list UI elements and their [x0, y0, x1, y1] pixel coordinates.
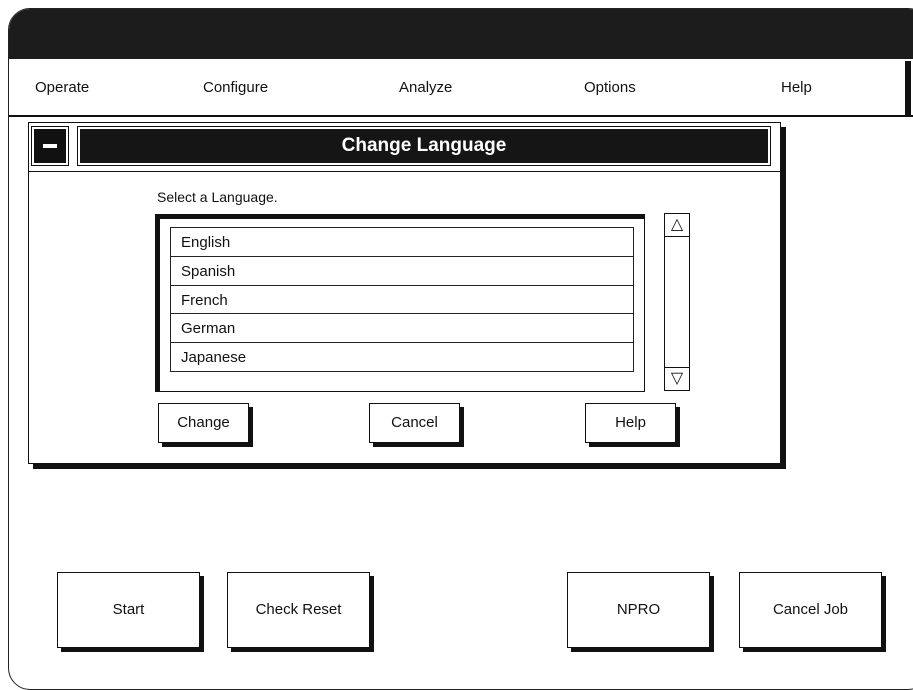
help-button[interactable]: Help	[585, 403, 676, 443]
language-list: English Spanish French German Japanese	[170, 227, 634, 373]
device-screen: Operate Configure Analyze Options Help C…	[8, 8, 913, 690]
menu-options[interactable]: Options	[584, 79, 636, 96]
menu-analyze[interactable]: Analyze	[399, 79, 452, 96]
scroll-up-icon[interactable]: △	[665, 214, 689, 237]
menu-operate[interactable]: Operate	[35, 79, 89, 96]
dialog-menu-button[interactable]	[32, 127, 68, 165]
dialog-title: Change Language	[78, 127, 770, 165]
menu-configure[interactable]: Configure	[203, 79, 268, 96]
menu-bar-edge	[905, 61, 911, 115]
change-button[interactable]: Change	[158, 403, 249, 443]
title-bar	[9, 9, 913, 59]
scroll-down-icon[interactable]: ▽	[665, 367, 689, 390]
npro-button[interactable]: NPRO	[567, 572, 710, 648]
change-language-dialog: Change Language Select a Language. Engli…	[28, 122, 781, 464]
list-item-japanese[interactable]: Japanese	[170, 342, 634, 373]
language-scrollbar[interactable]: △ ▽	[664, 213, 690, 391]
cancel-job-button[interactable]: Cancel Job	[739, 572, 882, 648]
list-item-german[interactable]: German	[170, 313, 634, 344]
dialog-divider	[29, 171, 780, 172]
check-reset-button[interactable]: Check Reset	[227, 572, 370, 648]
menu-help[interactable]: Help	[781, 79, 812, 96]
minus-icon	[43, 144, 57, 148]
dialog-prompt: Select a Language.	[157, 189, 278, 205]
list-item-french[interactable]: French	[170, 284, 634, 315]
menu-bar: Operate Configure Analyze Options Help	[9, 59, 913, 117]
language-listbox[interactable]: English Spanish French German Japanese	[155, 214, 645, 392]
list-item-english[interactable]: English	[170, 227, 634, 257]
list-item-spanish[interactable]: Spanish	[170, 255, 634, 286]
cancel-button[interactable]: Cancel	[369, 403, 460, 443]
start-button[interactable]: Start	[57, 572, 200, 648]
